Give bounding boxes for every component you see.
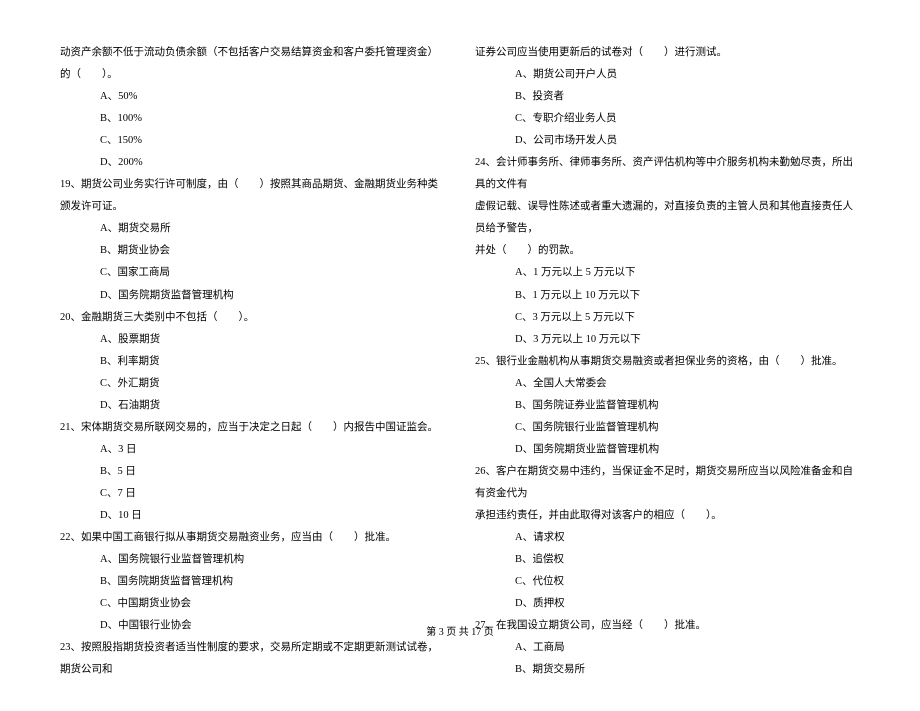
q23-opt-d: D、公司市场开发人员 [475, 130, 860, 152]
q26-opt-d: D、质押权 [475, 593, 860, 615]
q23-opt-a: A、期货公司开户人员 [475, 64, 860, 86]
q26-text-line1: 26、客户在期货交易中违约，当保证金不足时，期货交易所应当以风险准备金和自有资金… [475, 461, 860, 505]
q20-opt-b: B、利率期货 [60, 351, 445, 373]
q19-opt-c: C、国家工商局 [60, 262, 445, 284]
q20-opt-c: C、外汇期货 [60, 373, 445, 395]
q24-text-line2: 虚假记载、误导性陈述或者重大遗漏的，对直接负责的主管人员和其他直接责任人员给予警… [475, 196, 860, 240]
q20-opt-d: D、石油期货 [60, 395, 445, 417]
q21-opt-c: C、7 日 [60, 483, 445, 505]
q24-opt-b: B、1 万元以上 10 万元以下 [475, 285, 860, 307]
page-footer: 第 3 页 共 17 页 [0, 623, 920, 638]
q18-opt-b: B、100% [60, 108, 445, 130]
q21-opt-b: B、5 日 [60, 461, 445, 483]
q19-opt-b: B、期货业协会 [60, 240, 445, 262]
q24-opt-c: C、3 万元以上 5 万元以下 [475, 307, 860, 329]
q26-opt-a: A、请求权 [475, 527, 860, 549]
q20-opt-a: A、股票期货 [60, 329, 445, 351]
q25-opt-d: D、国务院期货业监督管理机构 [475, 439, 860, 461]
q23-opt-c: C、专职介绍业务人员 [475, 108, 860, 130]
q24-opt-d: D、3 万元以上 10 万元以下 [475, 329, 860, 351]
q25-opt-b: B、国务院证券业监督管理机构 [475, 395, 860, 417]
q24-opt-a: A、1 万元以上 5 万元以下 [475, 262, 860, 284]
q21-text: 21、宋体期货交易所联网交易的，应当于决定之日起（ ）内报告中国证监会。 [60, 417, 445, 439]
q19-opt-a: A、期货交易所 [60, 218, 445, 240]
q23-text: 23、按照股指期货投资者适当性制度的要求，交易所定期或不定期更新测试试卷，期货公… [60, 637, 445, 681]
q23-continuation: 证券公司应当使用更新后的试卷对（ ）进行测试。 [475, 42, 860, 64]
q25-opt-a: A、全国人大常委会 [475, 373, 860, 395]
q25-opt-c: C、国务院银行业监督管理机构 [475, 417, 860, 439]
q23-opt-b: B、投资者 [475, 86, 860, 108]
q22-text: 22、如果中国工商银行拟从事期货交易融资业务，应当由（ ）批准。 [60, 527, 445, 549]
q24-text-line3: 并处（ ）的罚款。 [475, 240, 860, 262]
q25-text: 25、银行业金融机构从事期货交易融资或者担保业务的资格，由（ ）批准。 [475, 351, 860, 373]
q21-opt-d: D、10 日 [60, 505, 445, 527]
q26-text-line2: 承担违约责任，并由此取得对该客户的相应（ ）。 [475, 505, 860, 527]
q26-opt-c: C、代位权 [475, 571, 860, 593]
q18-continuation: 动资产余额不低于流动负债余额（不包括客户交易结算资金和客户委托管理资金）的（ ）… [60, 42, 445, 86]
q22-opt-b: B、国务院期货监督管理机构 [60, 571, 445, 593]
q26-opt-b: B、追偿权 [475, 549, 860, 571]
q27-opt-b: B、期货交易所 [475, 659, 860, 681]
q19-opt-d: D、国务院期货监督管理机构 [60, 285, 445, 307]
q18-opt-d: D、200% [60, 152, 445, 174]
left-column: 动资产余额不低于流动负债余额（不包括客户交易结算资金和客户委托管理资金）的（ ）… [60, 42, 445, 681]
q27-opt-a: A、工商局 [475, 637, 860, 659]
q21-opt-a: A、3 日 [60, 439, 445, 461]
q18-opt-a: A、50% [60, 86, 445, 108]
q19-text: 19、期货公司业务实行许可制度，由（ ）按照其商品期货、金融期货业务种类颁发许可… [60, 174, 445, 218]
q22-opt-a: A、国务院银行业监督管理机构 [60, 549, 445, 571]
right-column: 证券公司应当使用更新后的试卷对（ ）进行测试。 A、期货公司开户人员 B、投资者… [475, 42, 860, 681]
q24-text-line1: 24、会计师事务所、律师事务所、资产评估机构等中介服务机构未勤勉尽责，所出具的文… [475, 152, 860, 196]
q22-opt-c: C、中国期货业协会 [60, 593, 445, 615]
q18-opt-c: C、150% [60, 130, 445, 152]
q20-text: 20、金融期货三大类别中不包括（ ）。 [60, 307, 445, 329]
